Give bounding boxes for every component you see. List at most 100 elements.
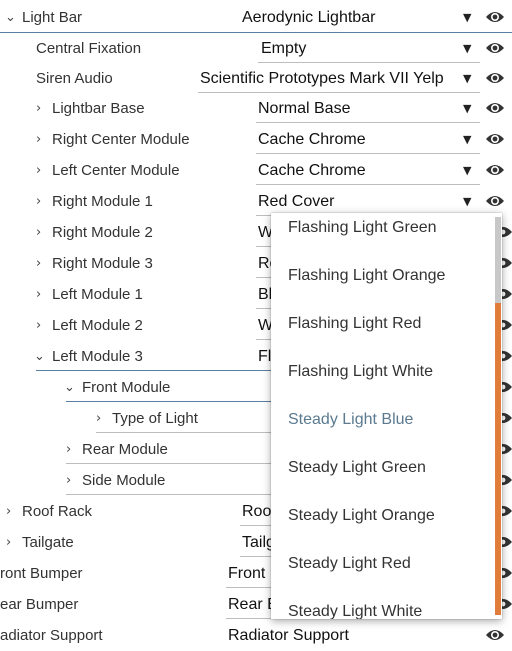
chevron-right-icon[interactable]: › <box>66 465 71 496</box>
chevron-down-icon[interactable]: ⌄ <box>5 2 16 33</box>
dropdown-menu[interactable]: Flashing Light Green Flashing Light Oran… <box>271 213 502 619</box>
tree-row: adiator Support Radiator Support <box>0 620 512 651</box>
dropdown-option[interactable]: Steady Light Orange <box>288 506 435 526</box>
tree-row: › Lightbar Base Normal Base ▼ <box>0 93 512 124</box>
row-value[interactable]: Rear B <box>228 589 272 620</box>
caret-down-icon[interactable]: ▼ <box>463 2 471 33</box>
scrollbar-thumb[interactable] <box>495 217 501 303</box>
row-underline <box>226 618 272 619</box>
row-underline <box>256 308 272 309</box>
dropdown-option[interactable]: Steady Light Green <box>288 458 426 478</box>
eye-icon[interactable] <box>485 163 505 177</box>
dropdown-option[interactable]: Flashing Light Red <box>288 314 421 334</box>
row-value[interactable]: Normal Base <box>258 93 458 124</box>
tree-row: ⌄ Light Bar Aerodynic Lightbar ▼ <box>0 2 512 33</box>
row-label: Left Center Module <box>52 162 180 179</box>
row-label: ear Bumper <box>0 596 79 613</box>
chevron-right-icon[interactable]: › <box>66 434 71 465</box>
row-underline <box>256 122 480 123</box>
eye-icon[interactable] <box>485 194 505 208</box>
row-underline <box>256 339 272 340</box>
dropdown-option-selected[interactable]: Steady Light Blue <box>288 410 413 430</box>
row-underline <box>256 277 272 278</box>
row-value[interactable]: Cache Chrome <box>258 155 458 186</box>
chevron-right-icon[interactable]: › <box>36 248 41 279</box>
chevron-down-icon[interactable]: ⌄ <box>34 341 45 372</box>
row-label: Rear Module <box>82 441 168 458</box>
tree-row: › Right Center Module Cache Chrome ▼ <box>0 124 512 155</box>
caret-down-icon[interactable]: ▼ <box>463 93 471 124</box>
row-label: Side Module <box>82 472 166 489</box>
chevron-right-icon[interactable]: › <box>36 310 41 341</box>
row-underline <box>226 587 272 588</box>
row-value[interactable]: Scientific Prototypes Mark VII Yelp <box>200 63 462 94</box>
row-underline <box>66 463 272 464</box>
row-label: Left Module 1 <box>52 286 143 303</box>
dropdown-option[interactable]: Steady Light Red <box>288 554 411 574</box>
eye-icon[interactable] <box>485 41 505 55</box>
chevron-right-icon[interactable]: › <box>36 155 41 186</box>
row-underline <box>240 556 272 557</box>
row-value[interactable]: Front I <box>228 558 272 589</box>
row-value[interactable]: Radiator Support <box>228 620 468 651</box>
row-underline <box>96 432 272 433</box>
row-label: Lightbar Base <box>52 100 145 117</box>
caret-down-icon[interactable]: ▼ <box>463 63 471 94</box>
row-label: Siren Audio <box>36 70 113 87</box>
row-label: Tailgate <box>22 534 74 551</box>
eye-icon[interactable] <box>485 101 505 115</box>
row-label: ront Bumper <box>0 565 83 582</box>
chevron-right-icon[interactable]: › <box>36 217 41 248</box>
row-label: Right Module 1 <box>52 193 153 210</box>
row-value[interactable]: W <box>258 217 272 248</box>
row-label: Right Module 3 <box>52 255 153 272</box>
eye-icon[interactable] <box>485 132 505 146</box>
row-value[interactable]: W <box>258 310 272 341</box>
row-underline <box>240 525 272 526</box>
caret-down-icon[interactable]: ▼ <box>463 124 471 155</box>
row-label: Front Module <box>82 379 171 396</box>
row-label: Left Module 3 <box>52 348 143 365</box>
dropdown-option[interactable]: Flashing Light White <box>288 362 433 382</box>
row-label: Right Center Module <box>52 131 190 148</box>
dropdown-option[interactable]: Flashing Light Green <box>288 218 437 238</box>
tree-row: Central Fixation Empty ▼ <box>0 33 512 64</box>
row-label: Central Fixation <box>36 40 142 57</box>
dropdown-option[interactable]: Steady Light White <box>288 602 422 619</box>
tree-row: Siren Audio Scientific Prototypes Mark V… <box>0 63 512 94</box>
chevron-right-icon[interactable]: › <box>36 186 41 217</box>
row-value[interactable]: Cache Chrome <box>258 124 458 155</box>
dropdown-option[interactable]: Flashing Light Orange <box>288 266 445 286</box>
row-underline <box>36 370 272 371</box>
tree-row: › Left Center Module Cache Chrome ▼ <box>0 155 512 186</box>
chevron-right-icon[interactable]: › <box>36 124 41 155</box>
chevron-right-icon[interactable]: › <box>36 279 41 310</box>
row-value[interactable]: Bl <box>258 279 272 310</box>
row-value[interactable]: Re <box>258 248 272 279</box>
chevron-right-icon[interactable]: › <box>96 403 101 434</box>
row-label: Left Module 2 <box>52 317 143 334</box>
chevron-right-icon[interactable]: › <box>6 496 11 527</box>
row-underline <box>256 246 272 247</box>
row-value[interactable]: Tailg <box>242 527 272 558</box>
row-underline <box>256 184 480 185</box>
row-label: Light Bar <box>22 9 83 26</box>
row-value[interactable]: Empty <box>261 33 461 64</box>
row-label: Roof Rack <box>22 503 93 520</box>
row-underline <box>66 401 272 402</box>
caret-down-icon[interactable]: ▼ <box>463 155 471 186</box>
chevron-right-icon[interactable]: › <box>6 527 11 558</box>
row-value[interactable]: Aerodynic Lightbar <box>242 2 462 33</box>
eye-icon[interactable] <box>485 628 505 642</box>
caret-down-icon[interactable]: ▼ <box>463 33 471 64</box>
row-value[interactable]: Fl <box>258 341 272 372</box>
eye-icon[interactable] <box>485 71 505 85</box>
row-label: Right Module 2 <box>52 224 153 241</box>
chevron-down-icon[interactable]: ⌄ <box>64 372 75 403</box>
eye-icon[interactable] <box>485 10 505 24</box>
row-label: adiator Support <box>0 627 103 644</box>
row-value[interactable]: Roo <box>242 496 272 527</box>
row-underline <box>256 153 480 154</box>
row-label: Type of Light <box>112 410 198 427</box>
chevron-right-icon[interactable]: › <box>36 93 41 124</box>
